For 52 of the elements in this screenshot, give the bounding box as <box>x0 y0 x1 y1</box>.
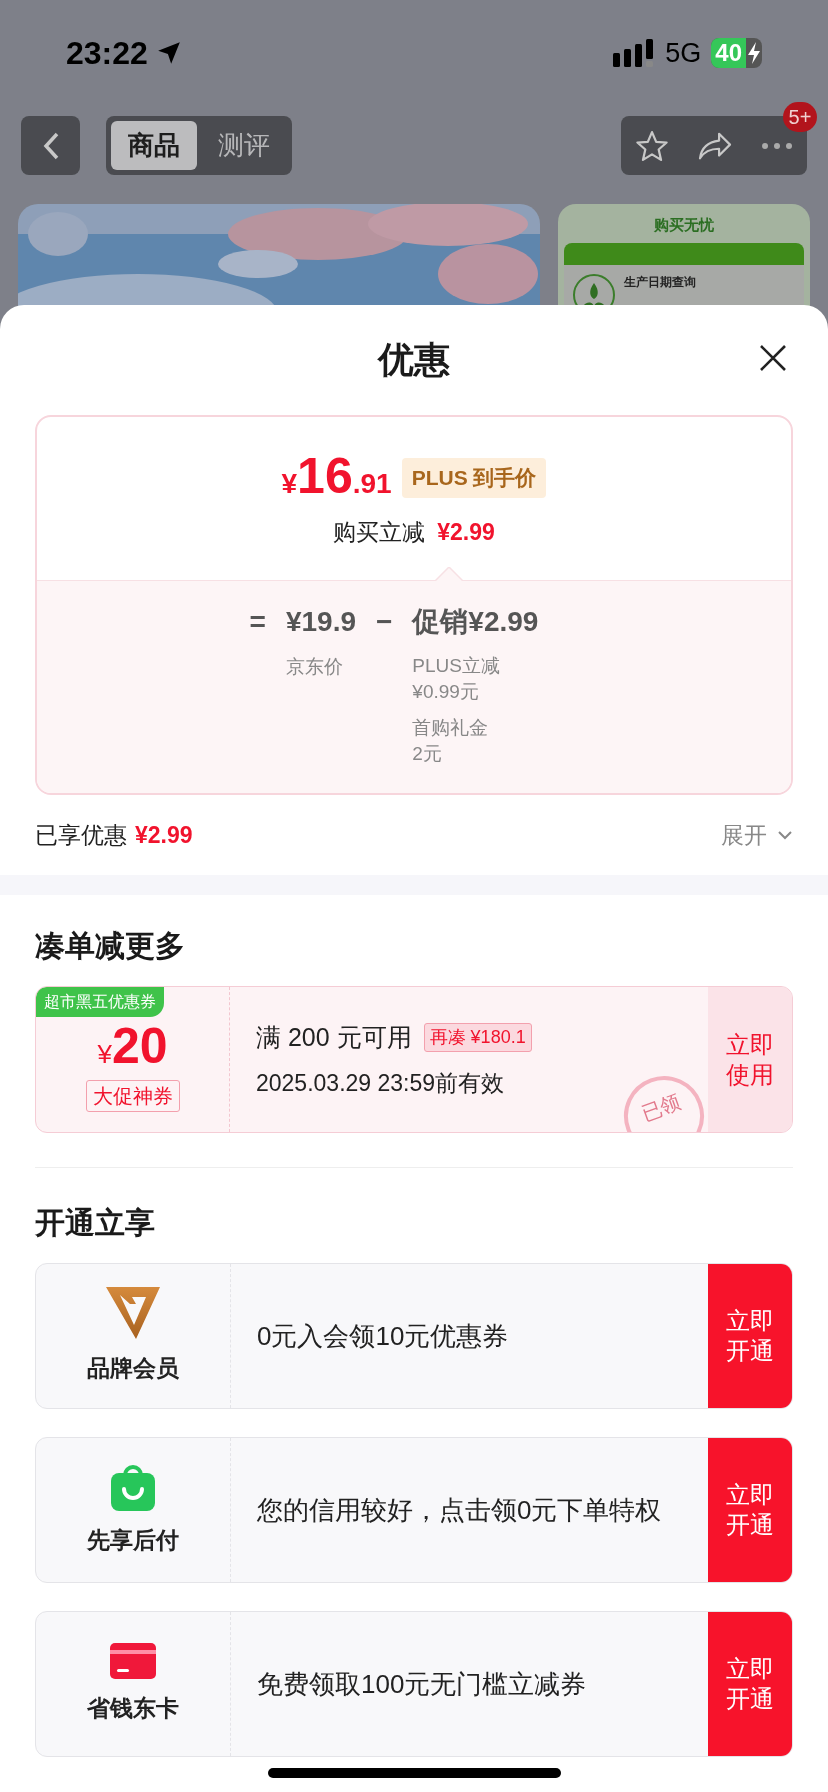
enjoyed-label: 已享优惠 <box>35 820 127 850</box>
tab[interactable]: 测评 <box>201 121 287 170</box>
coupon-condition: 满 200 元可用 <box>256 1021 412 1053</box>
enjoyed-amount: ¥2.99 <box>135 820 193 850</box>
section-title: 开通立享 <box>35 1205 156 1241</box>
jd-price: ¥19.9 <box>285 605 356 639</box>
sheet-title: 优惠 <box>378 338 450 382</box>
promo-amount: 促销¥2.99 <box>412 605 539 639</box>
tab[interactable]: 商品 <box>111 121 197 170</box>
offer-name: 品牌会员 <box>87 1353 179 1383</box>
star-icon[interactable] <box>635 129 669 162</box>
coupon-validity: 2025.03.29 23:59前有效 <box>256 1069 506 1098</box>
final-price: ¥16.91 <box>281 451 392 505</box>
notification-badge: 5+ <box>783 102 817 132</box>
plus-price-badge: PLUS 到手价 <box>401 458 547 498</box>
v-logo-icon <box>106 1286 160 1339</box>
chevron-down-icon <box>777 830 793 840</box>
back-button[interactable] <box>21 116 80 175</box>
back-chevron-icon <box>41 130 60 161</box>
offer-description: 您的信用较好，点击领0元下单特权 <box>257 1493 662 1527</box>
use-now-button[interactable]: 立即使用 <box>708 987 792 1132</box>
coupon-amount: ¥20 <box>97 1021 168 1074</box>
close-button[interactable] <box>758 343 788 373</box>
service-label: 生产日期查询 <box>624 273 696 291</box>
expand-button[interactable]: 展开 <box>721 817 793 853</box>
remaining-tag: 再凑 ¥180.1 <box>423 1022 532 1052</box>
network-label: 5G <box>665 36 702 70</box>
open-now-button[interactable]: 立即开通 <box>708 1264 792 1408</box>
offer-name: 省钱东卡 <box>87 1693 179 1723</box>
card-title: 购买无忧 <box>654 215 714 235</box>
card-icon <box>110 1642 156 1679</box>
promo-detail: 首购礼金 2元 <box>412 716 490 766</box>
section-title: 凑单减更多 <box>35 929 185 962</box>
coupon-label: 大促神券 <box>85 1080 180 1112</box>
reduce-label: 购买立减 <box>333 518 426 547</box>
jd-price-label: 京东价 <box>285 655 344 679</box>
clock-time: 23:22 <box>66 34 148 73</box>
share-icon[interactable] <box>697 130 733 161</box>
promo-detail: PLUS立减 ¥0.99元 <box>412 654 501 704</box>
coupon-tag: 超市黑五优惠券 <box>36 987 164 1017</box>
offer-description: 0元入会领10元优惠券 <box>257 1319 509 1353</box>
open-now-button[interactable]: 立即开通 <box>708 1612 792 1756</box>
offer-name: 先享后付 <box>87 1525 179 1555</box>
open-now-button[interactable]: 立即开通 <box>708 1438 792 1582</box>
signal-icon <box>613 39 656 67</box>
shopping-bag-icon <box>111 1462 155 1511</box>
more-icon[interactable] <box>761 141 793 150</box>
battery-indicator: 40 <box>711 38 762 68</box>
minus-sign: − <box>376 605 393 639</box>
reduce-amount: ¥2.99 <box>437 518 495 547</box>
offer-description: 免费领取100元无门槛立减券 <box>257 1667 587 1701</box>
equals-sign: = <box>249 605 266 639</box>
